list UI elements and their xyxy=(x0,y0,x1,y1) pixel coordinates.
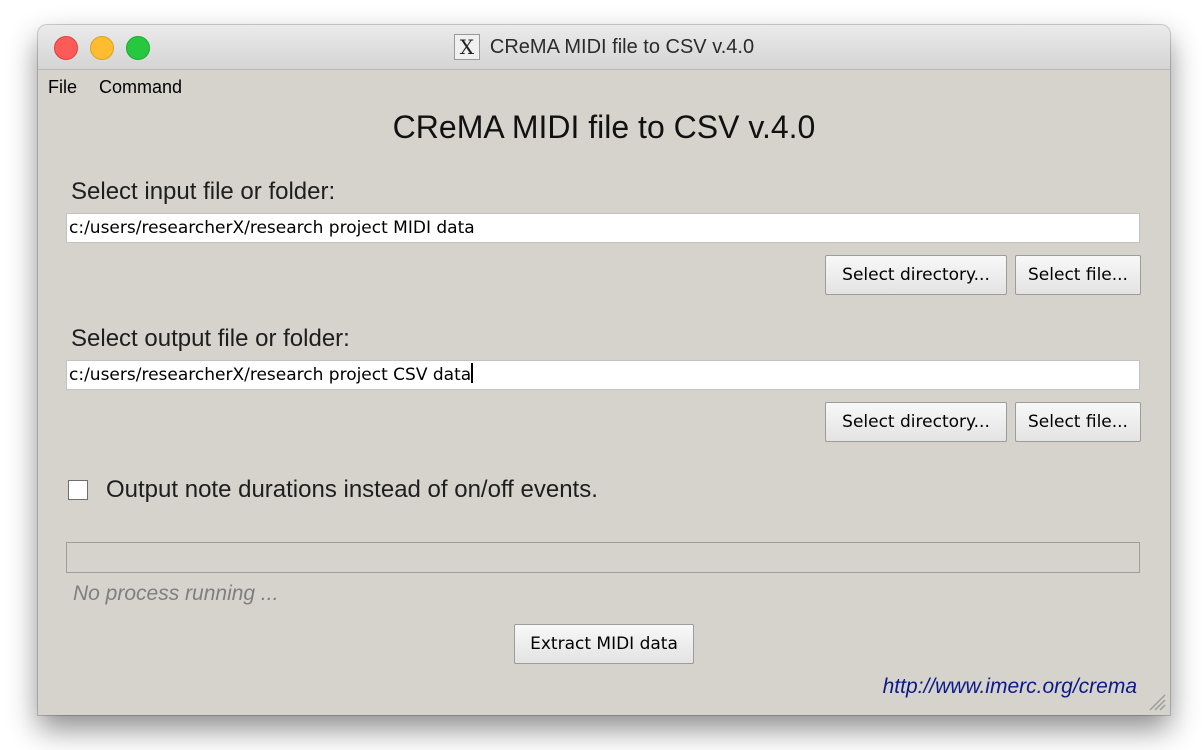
title-group: X CReMA MIDI file to CSV v.4.0 xyxy=(38,25,1170,69)
resize-grip-icon[interactable] xyxy=(1146,691,1166,711)
input-path-field[interactable]: c:/users/researcherX/research project MI… xyxy=(66,213,1140,243)
output-select-file-button[interactable]: Select file... xyxy=(1015,402,1141,442)
title-bar: X CReMA MIDI file to CSV v.4.0 xyxy=(38,25,1170,70)
window-title: CReMA MIDI file to CSV v.4.0 xyxy=(489,35,755,58)
progress-bar xyxy=(66,542,1140,573)
output-path-field[interactable]: c:/users/researcherX/research project CS… xyxy=(66,360,1140,390)
extract-midi-data-button[interactable]: Extract MIDI data xyxy=(514,624,694,664)
page-heading: CReMA MIDI file to CSV v.4.0 xyxy=(392,109,816,145)
input-path-value: c:/users/researcherX/research project MI… xyxy=(69,218,475,238)
menu-file[interactable]: File xyxy=(48,77,77,98)
menu-command[interactable]: Command xyxy=(99,77,182,98)
output-label: Select output file or folder: xyxy=(71,325,350,352)
output-select-directory-button[interactable]: Select directory... xyxy=(825,402,1007,442)
x11-app-icon: X xyxy=(453,34,480,60)
input-select-directory-button[interactable]: Select directory... xyxy=(825,255,1007,295)
durations-checkbox[interactable] xyxy=(68,480,88,500)
crema-website-link[interactable]: http://www.imerc.org/crema xyxy=(883,675,1137,699)
status-text: No process running ... xyxy=(73,582,279,605)
durations-checkbox-label[interactable]: Output note durations instead of on/off … xyxy=(106,476,598,504)
text-cursor xyxy=(471,363,474,383)
menu-bar: File Command xyxy=(48,77,182,98)
input-label: Select input file or folder: xyxy=(71,178,336,205)
input-select-file-button[interactable]: Select file... xyxy=(1015,255,1141,295)
app-window: X CReMA MIDI file to CSV v.4.0 File Comm… xyxy=(38,25,1170,715)
output-path-value: c:/users/researcherX/research project CS… xyxy=(69,365,472,385)
